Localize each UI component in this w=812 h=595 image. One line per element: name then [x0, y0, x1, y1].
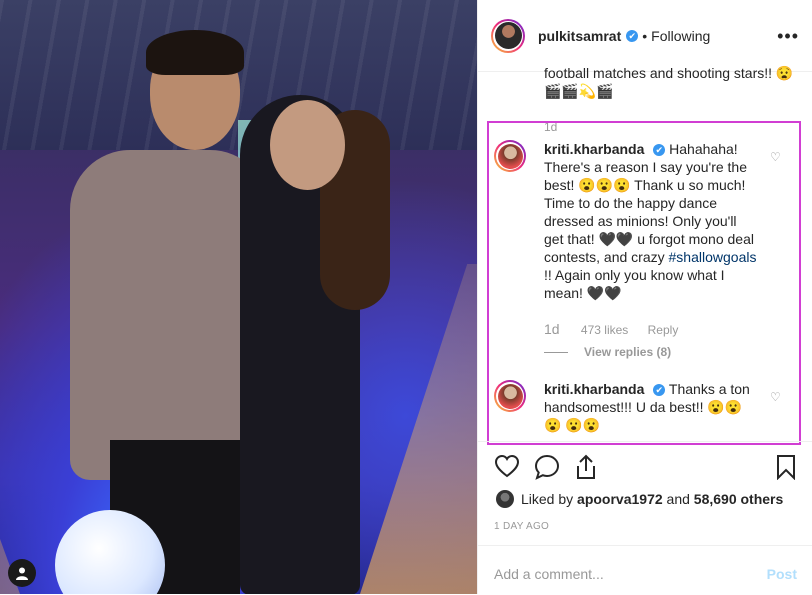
photo-bowling-lane	[360, 264, 477, 594]
add-comment-bar: Add a comment... Post	[478, 545, 812, 595]
commenter-avatar[interactable]	[494, 140, 526, 172]
likes-summary: Liked by apoorva1972 and 58,690 others	[496, 490, 783, 508]
view-replies-button[interactable]: View replies (8)	[544, 345, 671, 359]
comment-time[interactable]: 1d	[544, 321, 560, 337]
author-username[interactable]: pulkitsamrat	[538, 28, 621, 44]
following-button[interactable]: Following	[651, 28, 710, 44]
likes-and: and	[666, 491, 690, 507]
comment-icon[interactable]	[534, 454, 560, 485]
comment-body: Hahahaha! There's a reason I say you're …	[544, 141, 754, 265]
photo-woman-head	[270, 100, 345, 190]
verified-icon: ✔	[653, 384, 666, 397]
post-panel: pulkitsamrat ✔ • Following ••• football …	[477, 0, 812, 594]
user-tag-icon[interactable]	[8, 559, 36, 587]
author-avatar[interactable]	[491, 18, 525, 53]
comment-likes[interactable]: 473 likes	[581, 323, 628, 337]
more-icon[interactable]: •••	[777, 26, 799, 47]
add-comment-input[interactable]: Add a comment...	[494, 566, 604, 582]
bookmark-icon[interactable]	[776, 454, 796, 485]
verified-icon: ✔	[653, 144, 666, 157]
photo-bowling-lane-left	[0, 264, 20, 594]
photo-man-hair	[146, 30, 244, 75]
comment-like-heart-icon[interactable]: ♡	[770, 390, 781, 404]
hashtag-link[interactable]: #shallowgoals	[669, 249, 757, 265]
likes-prefix: Liked by	[521, 491, 574, 507]
liker-avatar[interactable]	[496, 490, 514, 508]
view-replies-line	[544, 352, 568, 354]
post-header: pulkitsamrat ✔ • Following •••	[478, 0, 812, 72]
heart-icon[interactable]	[494, 454, 520, 483]
view-replies-label: View replies (8)	[584, 345, 672, 359]
share-icon[interactable]	[574, 454, 598, 485]
commenter-username[interactable]: kriti.kharbanda	[544, 381, 644, 397]
likes-count[interactable]: 58,690 others	[694, 491, 784, 507]
comment-meta: 1d 473 likes Reply	[544, 321, 694, 337]
separator-dot: •	[642, 27, 648, 44]
liker-username[interactable]: apoorva1972	[577, 491, 663, 507]
comment-body-end: !! Again only you know what I mean! 🖤🖤	[544, 267, 725, 301]
post-photo[interactable]	[0, 0, 477, 594]
verified-icon: ✔	[626, 29, 639, 42]
commenter-username[interactable]: kriti.kharbanda	[544, 141, 644, 157]
comment-text: kriti.kharbanda ✔ Thanks a ton handsomes…	[544, 380, 759, 434]
comment-like-heart-icon[interactable]: ♡	[770, 150, 781, 164]
post-time[interactable]: 1 DAY AGO	[494, 521, 549, 532]
comment-text: kriti.kharbanda ✔ Hahahaha! There's a re…	[544, 140, 759, 302]
commenter-avatar[interactable]	[494, 380, 526, 412]
reply-button[interactable]: Reply	[648, 323, 679, 337]
post-button[interactable]: Post	[767, 566, 797, 582]
previous-comment-text: football matches and shooting stars!! 😧🎬…	[544, 65, 794, 99]
action-bar	[478, 441, 812, 492]
